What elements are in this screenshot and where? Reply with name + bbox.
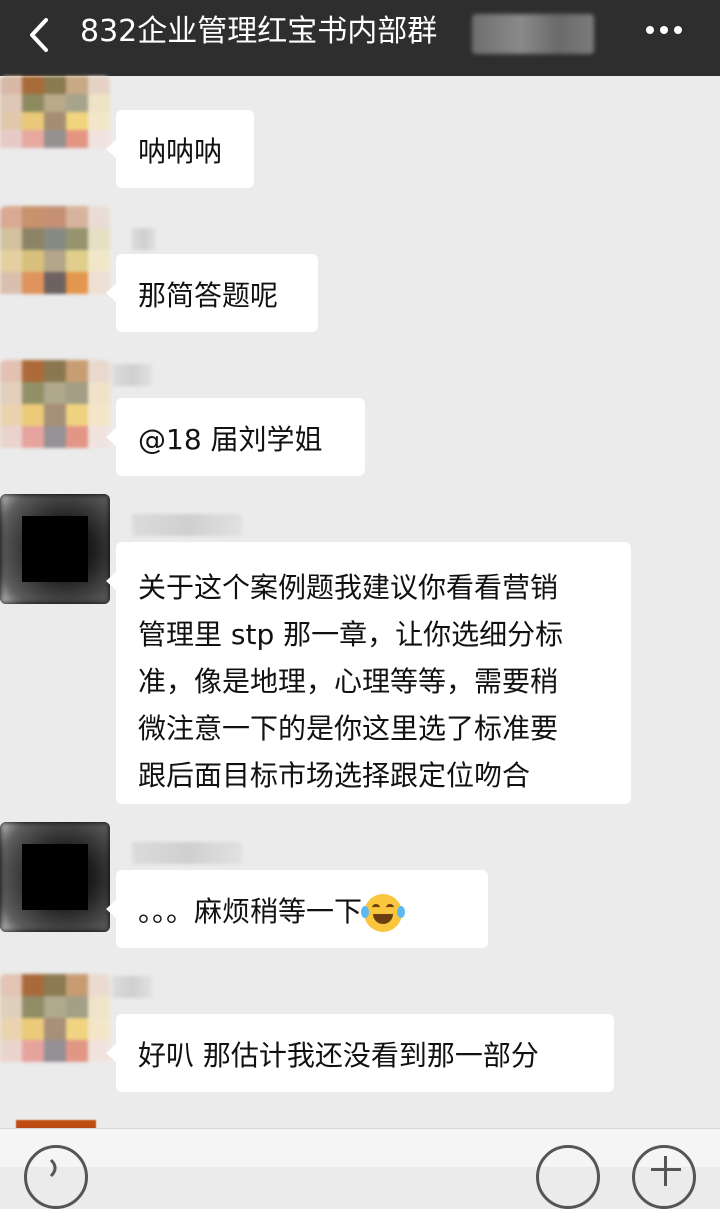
message-text: 那简答题呢 — [138, 279, 279, 312]
plus-button[interactable] — [632, 1145, 696, 1209]
input-bar — [0, 1128, 720, 1209]
more-button[interactable] — [640, 16, 688, 44]
more-horizontal-icon — [646, 26, 682, 34]
sender-name-redaction — [132, 514, 242, 536]
message-text: 。。。麻烦稍等一下 — [138, 895, 363, 928]
sender-name-redaction — [112, 976, 152, 998]
message-text: 好叭 那估计我还没看到那一部分 — [138, 1039, 539, 1072]
voice-button[interactable] — [24, 1145, 88, 1209]
avatar[interactable] — [0, 974, 110, 1084]
sender-name-redaction — [132, 228, 156, 250]
avatar[interactable] — [0, 494, 110, 604]
message-bubble[interactable]: 。。。麻烦稍等一下 — [106, 870, 488, 948]
laughing-tears-emoji — [361, 894, 406, 932]
avatar[interactable] — [0, 206, 110, 316]
chat-title: 832企业管理红宝书内部群 — [80, 14, 438, 49]
chevron-left-icon — [30, 18, 48, 52]
message-line: 微注意一下的是你这里选了标准要 — [138, 712, 559, 745]
message-bubble[interactable]: 呐呐呐 — [106, 110, 254, 188]
avatar[interactable] — [0, 822, 110, 932]
message-line: 关于这个案例题我建议你看看营销 — [138, 571, 559, 604]
back-button[interactable] — [18, 10, 62, 60]
message-bubble[interactable]: 好叭 那估计我还没看到那一部分 — [106, 1014, 614, 1092]
message-text: @18 届刘学姐 — [138, 423, 323, 456]
sender-name-redaction — [132, 842, 242, 864]
message-bubble[interactable]: 关于这个案例题我建议你看看营销 管理里 stp 那一章，让你选细分标 准，像是地… — [106, 542, 631, 804]
avatar[interactable] — [0, 76, 110, 166]
message-line: 准，像是地理，心理等等，需要稍 — [138, 665, 559, 698]
message-bubble[interactable]: @18 届刘学姐 — [106, 398, 365, 476]
emoji-button[interactable] — [536, 1145, 600, 1209]
message-text: 呐呐呐 — [138, 135, 223, 168]
title-redaction — [472, 14, 594, 54]
message-line: 管理里 stp 那一章，让你选细分标 — [138, 618, 564, 651]
message-bubble[interactable]: 那简答题呢 — [106, 254, 318, 332]
avatar[interactable] — [0, 360, 110, 470]
chat-header: 832企业管理红宝书内部群 — [0, 0, 720, 76]
voice-icon — [49, 1158, 57, 1178]
message-line: 跟后面目标市场选择跟定位吻合 — [138, 759, 531, 792]
sender-name-redaction — [112, 364, 152, 386]
